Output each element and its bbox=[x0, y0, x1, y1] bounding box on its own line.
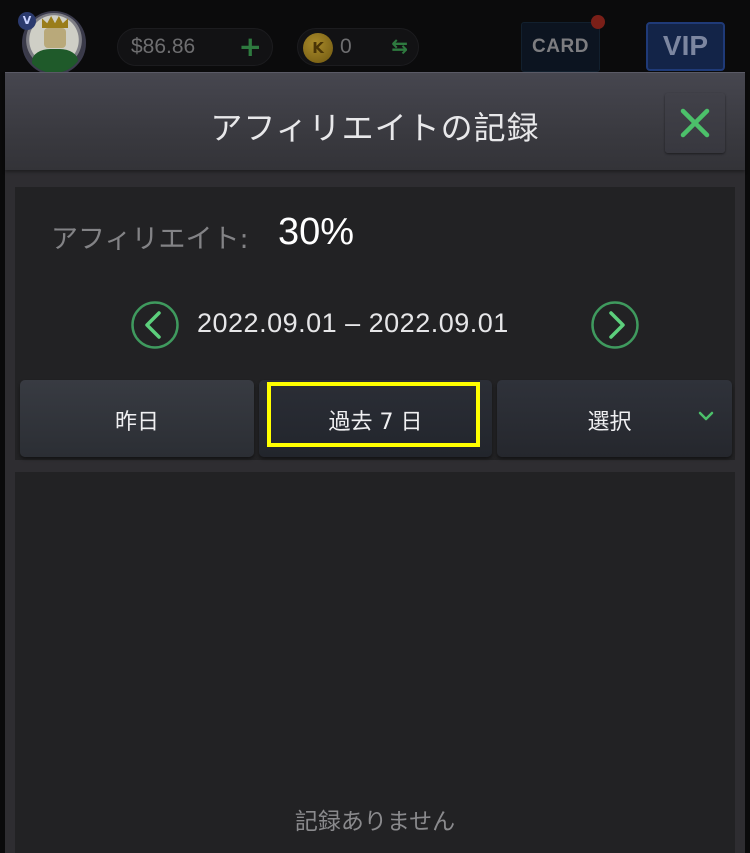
filter-yesterday-button[interactable]: 昨日 bbox=[20, 380, 254, 457]
coin-icon: K bbox=[303, 33, 333, 63]
vip-button[interactable]: VIP bbox=[646, 22, 725, 71]
card-button[interactable]: CARD bbox=[521, 22, 600, 72]
plus-icon[interactable]: + bbox=[239, 31, 262, 63]
filter-select-dropdown[interactable]: 選択 bbox=[497, 380, 732, 457]
affiliate-records-modal: アフィリエイトの記録 アフィリエイト: 30% 2022.09.01 – 202… bbox=[5, 72, 745, 853]
modal-title: アフィリエイトの記録 bbox=[210, 109, 540, 147]
chevron-left-circle-icon bbox=[131, 301, 179, 349]
close-button[interactable] bbox=[665, 93, 725, 153]
date-range-text: 2022.09.01 – 2022.09.01 bbox=[197, 308, 509, 338]
affiliate-value: 30% bbox=[278, 211, 355, 253]
modal-header: アフィリエイトの記録 bbox=[5, 72, 745, 170]
card-button-label: CARD bbox=[532, 36, 589, 57]
filter-yesterday-label: 昨日 bbox=[114, 410, 159, 435]
avatar-crown bbox=[42, 16, 68, 28]
chevron-right-circle-icon bbox=[591, 301, 639, 349]
date-range-selector: 2022.09.01 – 2022.09.01 bbox=[15, 300, 735, 350]
top-bar: V $86.86 + K 0 ⇆ CARD VIP bbox=[0, 0, 750, 75]
filter-select-label: 選択 bbox=[587, 410, 632, 435]
notification-dot bbox=[591, 15, 605, 29]
previous-date-button[interactable] bbox=[130, 300, 180, 350]
date-filter-buttons: 昨日 過去 7 日 選択 bbox=[20, 380, 732, 458]
swap-arrows-icon[interactable]: ⇆ bbox=[391, 34, 408, 58]
filter-last-7-days-button[interactable]: 過去 7 日 bbox=[259, 380, 492, 457]
avatar-face bbox=[44, 28, 66, 48]
balance-pill: $86.86 + bbox=[117, 28, 273, 66]
next-date-button[interactable] bbox=[590, 300, 640, 350]
coin-count: 0 bbox=[340, 35, 352, 58]
chevron-down-icon bbox=[698, 411, 714, 421]
balance-amount: $86.86 bbox=[131, 35, 196, 58]
affiliate-label: アフィリエイト: bbox=[51, 224, 249, 255]
vip-button-label: VIP bbox=[662, 30, 709, 61]
coin-pill: K 0 ⇆ bbox=[297, 28, 419, 66]
filter-last-7-days-label: 過去 7 日 bbox=[328, 410, 423, 435]
vip-level-badge: V bbox=[18, 12, 36, 30]
close-x-icon bbox=[680, 108, 710, 138]
records-list: 記録ありません bbox=[15, 472, 735, 853]
empty-records-message: 記録ありません bbox=[294, 809, 456, 835]
